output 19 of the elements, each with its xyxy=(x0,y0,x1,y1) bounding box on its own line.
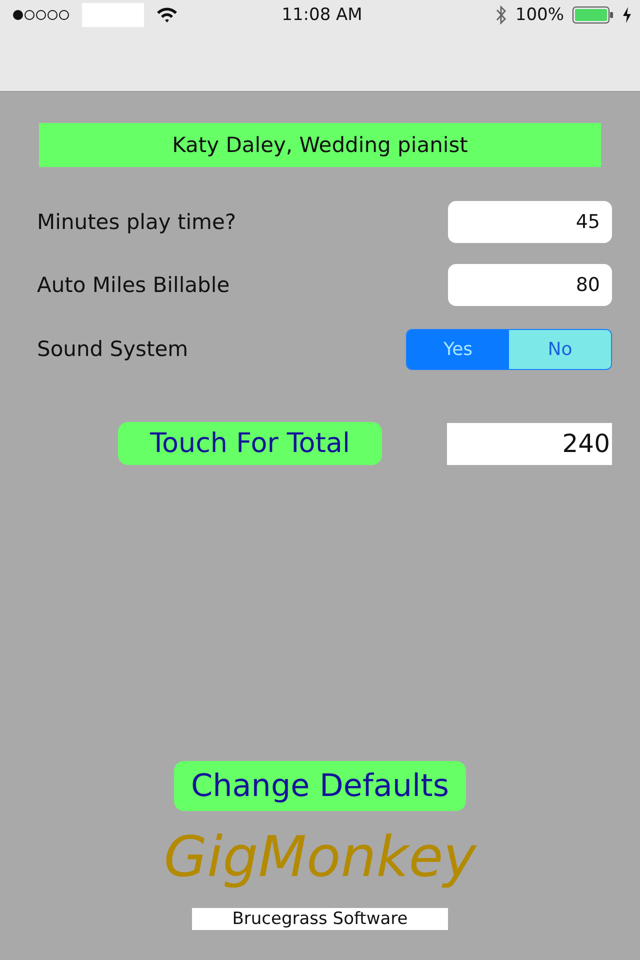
charging-icon xyxy=(622,6,632,24)
battery-percent: 100% xyxy=(515,5,564,25)
field-label: Auto Miles Billable xyxy=(37,273,230,297)
number-field[interactable]: 80 xyxy=(448,264,612,306)
change-defaults-button[interactable]: Change Defaults xyxy=(174,761,466,811)
field-label: Minutes play time? xyxy=(37,210,236,234)
number-field[interactable]: 45 xyxy=(448,201,612,243)
battery-icon xyxy=(572,6,614,24)
segment-option[interactable]: No xyxy=(509,330,611,368)
wifi-icon xyxy=(156,7,178,23)
app-logo: GigMonkey xyxy=(164,825,476,890)
title-banner: Katy Daley, Wedding pianist xyxy=(39,123,601,167)
total-button[interactable]: Touch For Total xyxy=(118,422,382,465)
signal-icon xyxy=(12,9,70,21)
bluetooth-icon xyxy=(495,5,508,25)
status-time: 11:08 AM xyxy=(282,5,362,25)
total-field: 240 xyxy=(447,422,612,464)
footer-credit: Brucegrass Software xyxy=(192,908,448,930)
field-label: Sound System xyxy=(37,337,188,361)
